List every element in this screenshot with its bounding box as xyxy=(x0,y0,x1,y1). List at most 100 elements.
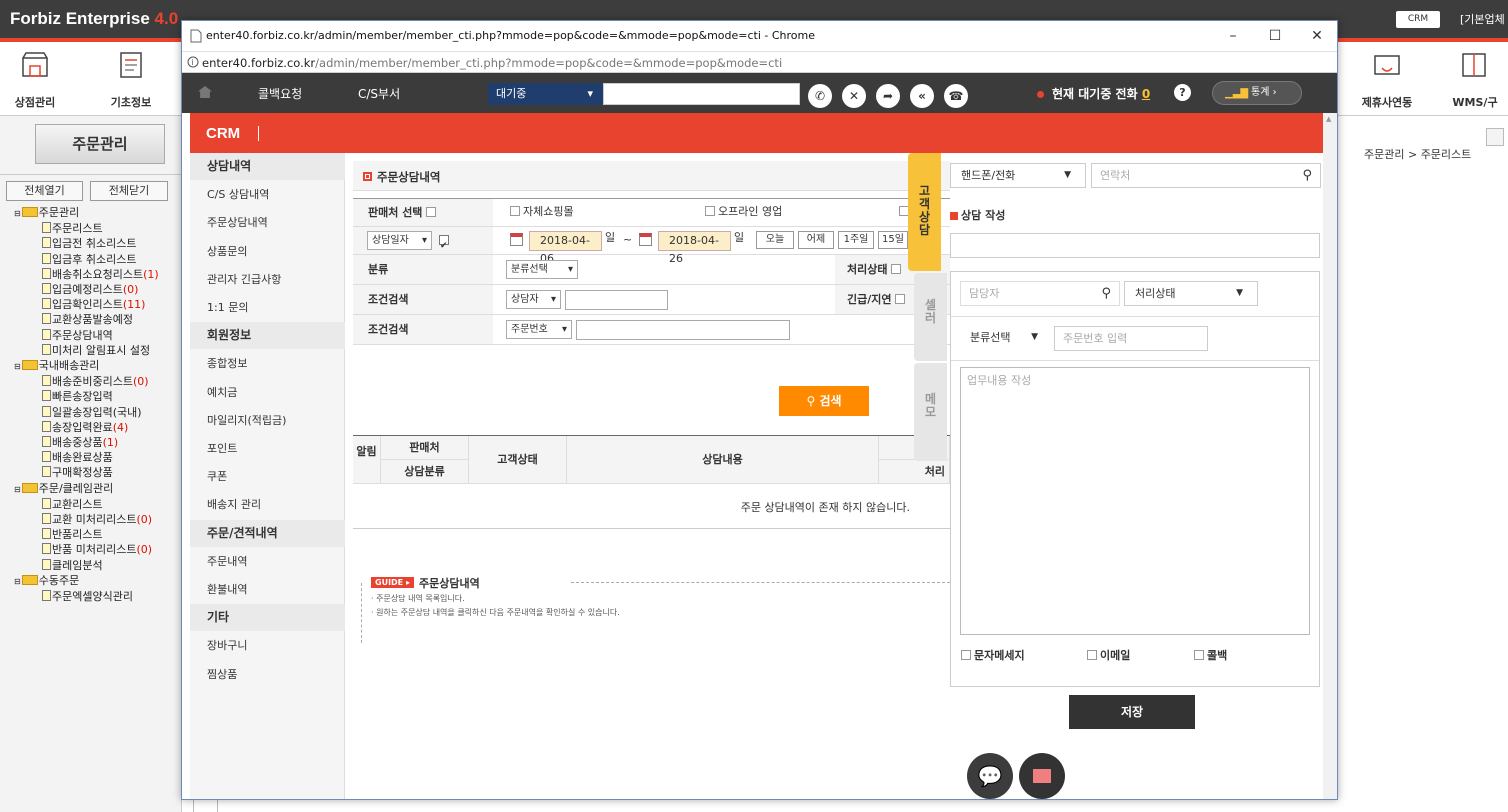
tab-seller[interactable]: 셀러 xyxy=(914,273,947,361)
tree-item[interactable]: 일괄송장입력(국내) xyxy=(14,405,159,420)
collapse-all-button[interactable]: 전체닫기 xyxy=(90,181,168,201)
basic-info-menu-button[interactable]: 기초정보 xyxy=(96,42,166,116)
menu-item[interactable]: C/S 상담내역 xyxy=(190,181,345,208)
menu-item[interactable]: 장바구니 xyxy=(190,632,345,659)
menu-item[interactable]: 배송지 관리 xyxy=(190,491,345,518)
callback-request-link[interactable]: 콜백요청 xyxy=(258,85,302,102)
tab-memo[interactable]: 메모 xyxy=(914,363,947,461)
address-bar[interactable]: i enter40.forbiz.co.kr/admin/member/memb… xyxy=(182,51,1337,73)
expand-all-button[interactable]: 전체열기 xyxy=(6,181,83,201)
crm-badge[interactable]: CRM xyxy=(1396,11,1440,28)
phone-icon[interactable]: ☎ xyxy=(944,84,968,108)
menu-item[interactable]: 예치금 xyxy=(190,379,345,406)
tree-item[interactable]: 구매확정상품 xyxy=(14,465,159,480)
menu-section-header[interactable]: 주문/견적내역 xyxy=(190,519,345,547)
tree-item[interactable]: 배송준비중리스트(0) xyxy=(14,374,159,389)
order-number-input[interactable]: 주문번호 입력 xyxy=(1054,326,1208,351)
date-from-input[interactable]: 2018-04-06 xyxy=(529,231,602,265)
search-icon[interactable]: ⚲ xyxy=(1302,164,1312,187)
category-select[interactable]: 분류선택 ▼ xyxy=(960,326,1052,351)
15days-button[interactable]: 15일 xyxy=(878,231,908,249)
menu-item[interactable]: 찜상품 xyxy=(190,661,345,688)
calendar-icon[interactable] xyxy=(510,233,523,246)
own-mall-checkbox[interactable] xyxy=(510,206,520,216)
tree-item[interactable]: 입금예정리스트(0) xyxy=(14,282,159,297)
menu-item[interactable]: 마일리지(적립금) xyxy=(190,407,345,434)
forward-icon[interactable]: ➦ xyxy=(876,84,900,108)
today-button[interactable]: 오늘 xyxy=(756,231,794,249)
callback-checkbox[interactable] xyxy=(1194,650,1204,660)
tree-item[interactable]: 배송완료상품 xyxy=(14,450,159,465)
save-button[interactable]: 저장 xyxy=(1069,695,1195,729)
scrollbar[interactable] xyxy=(1323,113,1337,799)
date-type-select[interactable]: 상담일자 xyxy=(367,231,432,250)
urgent-checkbox[interactable] xyxy=(895,294,906,304)
date-checkbox[interactable] xyxy=(439,233,449,260)
menu-section-header[interactable]: 상담내역 xyxy=(190,153,345,180)
expand-icon[interactable] xyxy=(1486,128,1504,146)
home-icon[interactable] xyxy=(198,86,212,98)
tree-item[interactable]: 교환리스트 xyxy=(14,497,159,512)
email-option[interactable]: 이메일 xyxy=(1087,647,1130,665)
agent-status-select[interactable]: 대기중 xyxy=(488,83,603,105)
tree-item[interactable]: 입금확인리스트(11) xyxy=(14,297,159,312)
manager-input[interactable]: 담당자 ⚲ xyxy=(960,281,1120,306)
minimize-button[interactable]: – xyxy=(1222,26,1244,46)
tree-item[interactable]: 입금전 취소리스트 xyxy=(14,236,159,251)
tree-item[interactable]: 송장입력완료(4) xyxy=(14,420,159,435)
tree-item[interactable]: 주문리스트 xyxy=(14,221,159,236)
tree-item[interactable]: 교환상품발송예정 xyxy=(14,312,159,327)
tree-item[interactable]: 빠른송장입력 xyxy=(14,389,159,404)
company-label[interactable]: [기본업체 xyxy=(1460,11,1505,27)
tree-folder[interactable]: ⊟ 수동주문 xyxy=(14,573,159,589)
tree-item[interactable]: 주문상담내역 xyxy=(14,328,159,343)
seller-all-checkbox[interactable] xyxy=(426,207,437,217)
menu-item[interactable]: 종합정보 xyxy=(190,350,345,377)
calendar-icon[interactable] xyxy=(639,233,652,246)
consultant-select[interactable]: 상담자 xyxy=(506,290,561,309)
menu-item[interactable]: 관리자 긴급사항 xyxy=(190,266,345,293)
tab-customer-consult[interactable]: 고객상담 xyxy=(908,153,941,271)
email-checkbox[interactable] xyxy=(1087,650,1097,660)
menu-item[interactable]: 쿠폰 xyxy=(190,463,345,490)
maximize-button[interactable]: ☐ xyxy=(1264,26,1286,46)
search-icon[interactable]: ⚲ xyxy=(1101,282,1111,305)
tree-item[interactable]: 입금후 취소리스트 xyxy=(14,252,159,267)
order-no-input[interactable] xyxy=(576,320,790,340)
tree-item[interactable]: 반품 미처리리스트(0) xyxy=(14,542,159,557)
category-select[interactable]: 분류선택 xyxy=(506,260,578,279)
tree-item[interactable]: 배송중상품(1) xyxy=(14,435,159,450)
sms-option[interactable]: 문자메세지 xyxy=(961,647,1025,665)
menu-item[interactable]: 1:1 문의 xyxy=(190,294,345,321)
chat-icon[interactable]: 💬 xyxy=(967,753,1013,799)
brand-logo[interactable]: Forbiz Enterprise 4.0 xyxy=(10,9,178,29)
wms-menu-button[interactable]: WMS/구 xyxy=(1440,42,1508,116)
phone-number-input[interactable] xyxy=(603,83,800,105)
tree-folder[interactable]: ⊟ 국내배송관리 xyxy=(14,358,159,374)
proc-status-checkbox[interactable] xyxy=(891,264,902,274)
menu-item[interactable]: 주문내역 xyxy=(190,548,345,575)
tree-item[interactable]: 배송취소요청리스트(1) xyxy=(14,267,159,282)
search-button[interactable]: ⚲ 검색 xyxy=(779,386,869,416)
tree-item[interactable]: 교환 미처리리스트(0) xyxy=(14,512,159,527)
offline-checkbox[interactable] xyxy=(705,206,715,216)
window-titlebar[interactable]: enter40.forbiz.co.kr/admin/member/member… xyxy=(182,21,1337,51)
menu-item[interactable]: 주문상담내역 xyxy=(190,209,345,236)
help-icon[interactable]: ? xyxy=(1174,84,1191,101)
own-mall-option[interactable]: 자체쇼핑몰 xyxy=(510,203,574,221)
consult-subject-input[interactable] xyxy=(950,233,1320,258)
yesterday-button[interactable]: 어제 xyxy=(798,231,834,249)
waiting-count[interactable]: 0 xyxy=(1142,87,1150,101)
rewind-icon[interactable]: « xyxy=(910,84,934,108)
menu-section-header[interactable]: 기타 xyxy=(190,604,345,632)
phone-type-select[interactable]: 핸드폰/전화 ▼ xyxy=(950,163,1086,188)
shop-menu-button[interactable]: 상점관리 xyxy=(0,42,70,116)
work-content-textarea[interactable]: 업무내용 작성 xyxy=(960,367,1310,635)
date-to-input[interactable]: 2018-04-26 xyxy=(658,231,731,265)
stats-button[interactable]: ▁▃▇ 통계 › xyxy=(1212,81,1302,105)
week-button[interactable]: 1주일 xyxy=(838,231,874,249)
menu-item[interactable]: 상품문의 xyxy=(190,238,345,265)
proc-status-select[interactable]: 처리상태 ▼ xyxy=(1124,281,1258,306)
order-no-select[interactable]: 주문번호 xyxy=(506,320,572,339)
call-icon[interactable]: ✆ xyxy=(808,84,832,108)
